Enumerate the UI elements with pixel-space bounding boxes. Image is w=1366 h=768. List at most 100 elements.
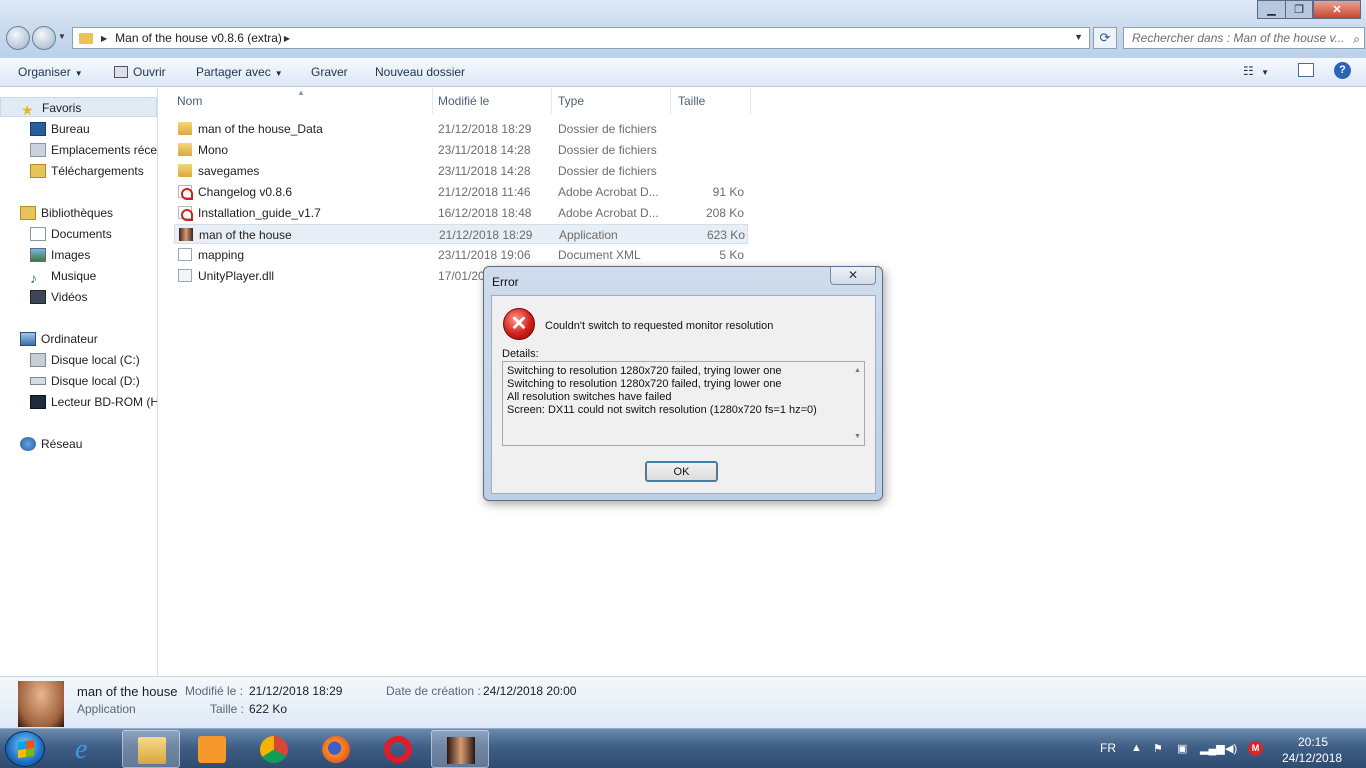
show-hidden-icons-icon[interactable]: ▲ bbox=[1131, 742, 1142, 754]
antivirus-icon[interactable]: M bbox=[1248, 741, 1263, 756]
column-divider[interactable] bbox=[670, 88, 671, 114]
column-divider[interactable] bbox=[551, 88, 552, 114]
nav-item-emplacements-recents[interactable]: Emplacements récents bbox=[30, 140, 158, 160]
taskbar-opera[interactable] bbox=[369, 730, 427, 768]
scroll-up-icon[interactable]: ▲ bbox=[854, 364, 861, 377]
close-button[interactable]: ✕ bbox=[1313, 0, 1361, 19]
downloads-icon bbox=[30, 164, 46, 178]
nav-item-bureau[interactable]: Bureau bbox=[30, 119, 90, 139]
language-indicator[interactable]: FR bbox=[1100, 741, 1116, 755]
scroll-down-icon[interactable]: ▼ bbox=[854, 430, 861, 443]
desktop-icon bbox=[30, 122, 46, 136]
file-type: Adobe Acrobat D... bbox=[558, 206, 659, 220]
address-bar[interactable]: ▶ Man of the house v0.8.6 (extra) ▶ ▼ bbox=[72, 27, 1090, 49]
file-type: Dossier de fichiers bbox=[558, 122, 657, 136]
taskbar-explorer[interactable] bbox=[122, 730, 180, 768]
recent-places-icon bbox=[30, 143, 46, 157]
clock-date[interactable]: 24/12/2018 bbox=[1282, 751, 1342, 765]
open-app-icon bbox=[114, 66, 128, 78]
action-center-icon[interactable]: ⚑ bbox=[1153, 742, 1163, 755]
nav-item-images[interactable]: Images bbox=[30, 245, 90, 265]
taskbar-media-player[interactable] bbox=[183, 730, 241, 768]
minimize-button[interactable]: ▁ bbox=[1257, 0, 1286, 19]
file-row-selected[interactable]: man of the house 21/12/2018 18:29 Applic… bbox=[174, 224, 748, 244]
nav-item-musique[interactable]: ♪ Musique bbox=[30, 266, 96, 286]
taskbar-internet-explorer[interactable]: e bbox=[60, 730, 118, 768]
file-row[interactable]: Installation_guide_v1.7 16/12/2018 18:48… bbox=[174, 203, 748, 223]
details-modified-value: 21/12/2018 18:29 bbox=[249, 684, 343, 698]
file-row[interactable]: man of the house_Data 21/12/2018 18:29 D… bbox=[174, 119, 748, 139]
volume-icon[interactable]: ◀) bbox=[1225, 742, 1237, 755]
file-name: savegames bbox=[198, 164, 260, 178]
nav-label: Emplacements récents bbox=[51, 143, 158, 157]
file-type: Document XML bbox=[558, 248, 641, 262]
forward-button[interactable] bbox=[32, 26, 56, 50]
recent-pages-chevron-icon[interactable]: ▼ bbox=[58, 32, 66, 41]
file-row[interactable]: mapping 23/11/2018 19:06 Document XML 5 … bbox=[174, 245, 748, 265]
computer-icon bbox=[20, 332, 36, 346]
nav-item-disque-d[interactable]: Disque local (D:) bbox=[30, 371, 140, 391]
file-date: 23/11/2018 19:06 bbox=[438, 248, 531, 262]
nav-item-videos[interactable]: Vidéos bbox=[30, 287, 87, 307]
power-icon[interactable]: ▣ bbox=[1177, 742, 1187, 755]
nav-item-bibliotheques[interactable]: Bibliothèques bbox=[20, 203, 113, 223]
file-name: man of the house_Data bbox=[198, 122, 323, 136]
column-header-size[interactable]: Taille bbox=[678, 94, 705, 112]
nav-item-lecteur-bd[interactable]: Lecteur BD-ROM (H:) bbox=[30, 392, 157, 412]
nav-item-ordinateur[interactable]: Ordinateur bbox=[20, 329, 98, 349]
breadcrumb-arrow-icon[interactable]: ▶ bbox=[101, 34, 107, 43]
nav-item-disque-c[interactable]: Disque local (C:) bbox=[30, 350, 140, 370]
nav-item-reseau[interactable]: Réseau bbox=[20, 434, 82, 454]
taskbar-firefox[interactable] bbox=[307, 730, 365, 768]
dialog-close-button[interactable]: ✕ bbox=[830, 267, 876, 285]
back-button[interactable] bbox=[6, 26, 30, 50]
clock-time[interactable]: 20:15 bbox=[1298, 735, 1328, 749]
breadcrumb-current-folder[interactable]: Man of the house v0.8.6 (extra) bbox=[115, 31, 282, 45]
details-scrollbar[interactable]: ▲ ▼ bbox=[850, 362, 864, 445]
file-type: Dossier de fichiers bbox=[558, 143, 657, 157]
file-row[interactable]: savegames 23/11/2018 14:28 Dossier de fi… bbox=[174, 161, 748, 181]
view-options-button[interactable]: ☷ ▼ bbox=[1243, 64, 1269, 78]
error-dialog: Error ✕ ✕ Couldn't switch to requested m… bbox=[483, 266, 883, 501]
file-date: 21/12/2018 18:29 bbox=[438, 122, 532, 136]
file-type: Adobe Acrobat D... bbox=[558, 185, 659, 199]
file-row[interactable]: Mono 23/11/2018 14:28 Dossier de fichier… bbox=[174, 140, 748, 160]
details-textbox[interactable]: Switching to resolution 1280x720 failed,… bbox=[502, 361, 865, 446]
network-signal-icon[interactable]: ▂▄▆ bbox=[1200, 742, 1225, 755]
address-dropdown-icon[interactable]: ▼ bbox=[1074, 32, 1083, 42]
column-header-type[interactable]: Type bbox=[558, 94, 584, 112]
taskbar-man-of-the-house[interactable] bbox=[431, 730, 489, 768]
organiser-button[interactable]: Organiser ▼ bbox=[18, 65, 83, 79]
column-divider[interactable] bbox=[432, 88, 433, 114]
column-divider[interactable] bbox=[750, 88, 751, 114]
partager-label: Partager avec bbox=[196, 65, 271, 79]
ouvrir-button[interactable]: Ouvrir bbox=[114, 65, 166, 79]
error-message: Couldn't switch to requested monitor res… bbox=[545, 320, 774, 332]
nav-item-telechargements[interactable]: Téléchargements bbox=[30, 161, 144, 181]
taskbar-chrome[interactable] bbox=[245, 730, 303, 768]
help-button[interactable]: ? bbox=[1334, 62, 1351, 79]
breadcrumb-arrow-icon[interactable]: ▶ bbox=[284, 34, 290, 43]
column-header-modified[interactable]: Modifié le bbox=[438, 94, 489, 112]
details-pane: man of the house Application Modifié le … bbox=[0, 676, 1366, 728]
start-button[interactable] bbox=[5, 731, 45, 767]
nav-item-favoris[interactable]: ★ Favoris bbox=[0, 97, 157, 118]
nav-label: Images bbox=[51, 248, 91, 262]
column-header-name[interactable]: Nom bbox=[177, 94, 202, 112]
search-input[interactable]: Rechercher dans : Man of the house v... … bbox=[1123, 27, 1365, 49]
details-line: Switching to resolution 1280x720 failed,… bbox=[507, 365, 782, 377]
ok-button[interactable]: OK bbox=[645, 461, 718, 482]
new-folder-button[interactable]: Nouveau dossier bbox=[375, 65, 465, 79]
file-name: Mono bbox=[198, 143, 229, 157]
file-date: 21/12/2018 18:29 bbox=[439, 228, 533, 242]
details-file-kind: Application bbox=[77, 702, 136, 716]
refresh-button[interactable]: ⟳ bbox=[1093, 27, 1117, 49]
nav-item-documents[interactable]: Documents bbox=[30, 224, 112, 244]
preview-pane-icon[interactable] bbox=[1298, 63, 1314, 77]
error-icon: ✕ bbox=[503, 308, 535, 340]
partager-button[interactable]: Partager avec ▼ bbox=[196, 65, 283, 79]
graver-button[interactable]: Graver bbox=[311, 65, 348, 79]
dll-file-icon bbox=[178, 269, 192, 282]
maximize-button[interactable]: ❐ bbox=[1285, 0, 1313, 19]
file-row[interactable]: Changelog v0.8.6 21/12/2018 11:46 Adobe … bbox=[174, 182, 748, 202]
